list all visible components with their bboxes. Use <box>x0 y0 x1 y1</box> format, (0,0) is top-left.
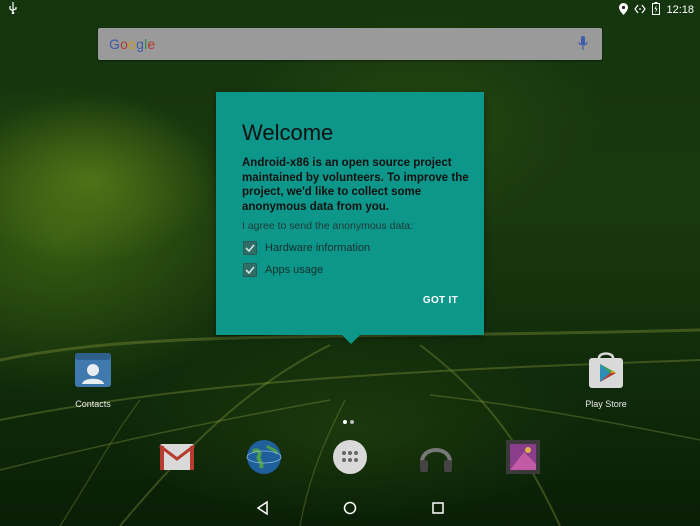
data-sync-icon <box>634 4 647 17</box>
contacts-label: Contacts <box>75 399 111 409</box>
play-store-icon <box>586 352 626 394</box>
contacts-icon <box>73 353 113 394</box>
status-bar: 12:18 <box>0 0 700 18</box>
got-it-button[interactable]: GOT IT <box>423 295 458 306</box>
mic-icon[interactable] <box>578 36 588 56</box>
page-dot <box>350 420 354 424</box>
welcome-dialog: Welcome Android-x86 is an open source pr… <box>216 92 484 344</box>
battery-icon <box>652 2 661 18</box>
usb-icon <box>8 2 18 17</box>
clock: 12:18 <box>666 4 694 16</box>
recents-icon[interactable] <box>431 501 445 520</box>
back-icon[interactable] <box>256 500 270 520</box>
location-icon <box>619 2 629 18</box>
apps-usage-label: Apps usage <box>265 264 324 276</box>
home-icon[interactable] <box>343 501 357 520</box>
dialog-pointer <box>342 335 360 344</box>
page-indicator <box>343 420 354 424</box>
browser-globe-icon[interactable] <box>245 438 283 476</box>
apps-usage-checkbox[interactable] <box>243 263 257 277</box>
play-store-label: Play Store <box>585 399 627 409</box>
page-dot-active <box>343 420 347 424</box>
google-search-bar[interactable]: Google <box>98 28 602 60</box>
gmail-icon[interactable] <box>158 438 196 476</box>
all-apps-icon[interactable] <box>331 438 369 476</box>
navigation-bar <box>0 492 700 526</box>
contacts-app[interactable]: Contacts <box>53 350 133 409</box>
dialog-title: Welcome <box>242 120 334 145</box>
dialog-body: Android-x86 is an open source project ma… <box>242 157 469 213</box>
gallery-icon[interactable] <box>504 438 542 476</box>
hardware-info-label: Hardware information <box>265 242 371 254</box>
dialog-agree-text: I agree to send the anonymous data: <box>242 220 414 232</box>
hardware-info-option[interactable]: Hardware information <box>243 241 370 255</box>
google-logo: Google <box>109 36 156 52</box>
hardware-info-checkbox[interactable] <box>243 241 257 255</box>
headphones-music-icon[interactable] <box>417 438 455 476</box>
play-store-app[interactable]: Play Store <box>566 350 646 409</box>
apps-usage-option[interactable]: Apps usage <box>243 263 323 277</box>
